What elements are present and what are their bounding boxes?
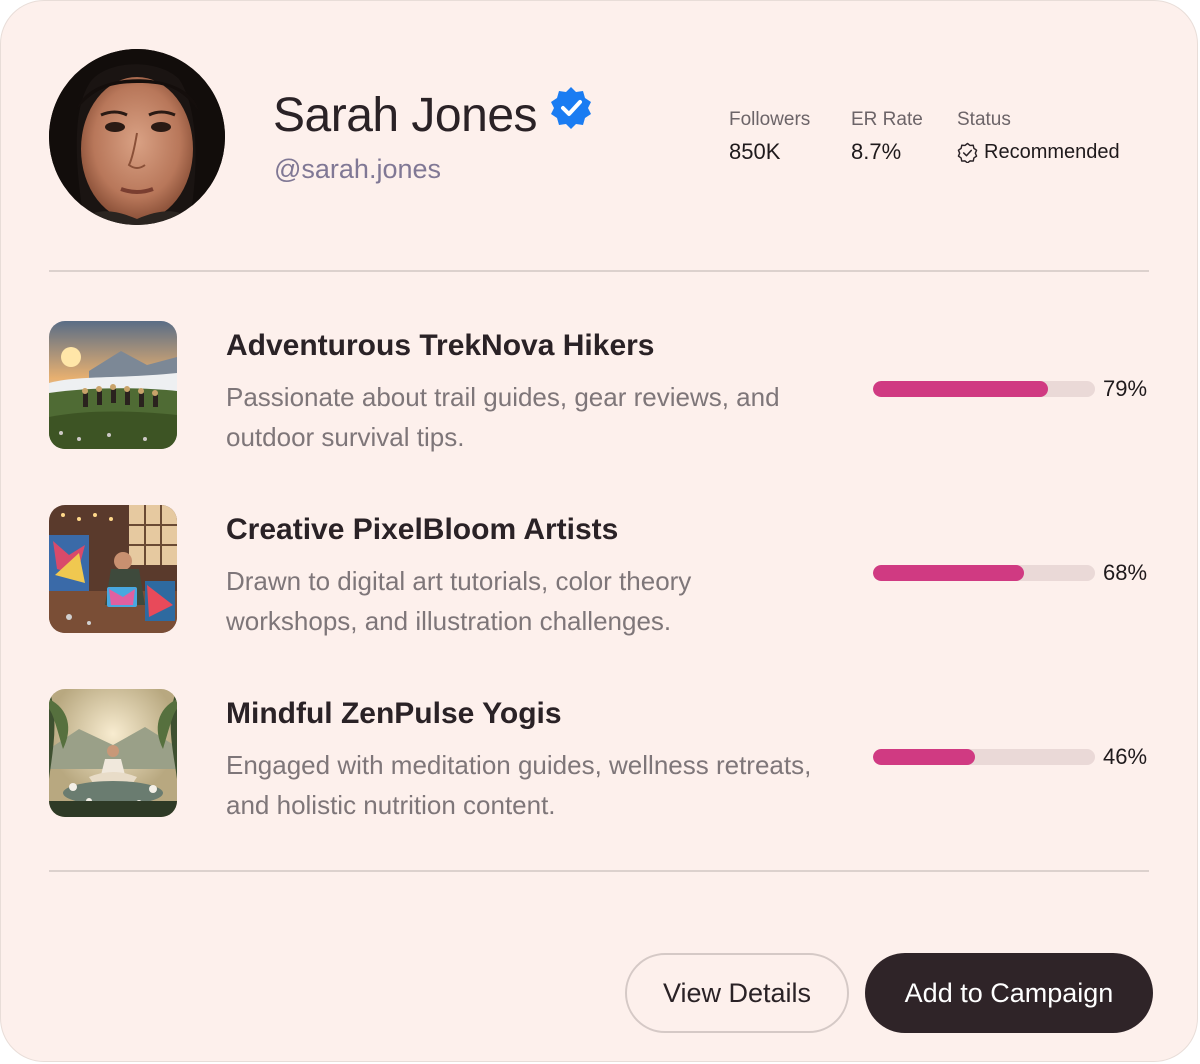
influencer-card: Sarah Jones @sarah.jones Followers 850K … <box>0 0 1198 1062</box>
divider-top <box>49 270 1149 272</box>
followers-value: 850K <box>729 139 781 164</box>
name-row: Sarah Jones <box>273 87 593 145</box>
followers-label: Followers <box>729 109 811 130</box>
match-percent: 46% <box>1103 744 1148 769</box>
status-value: Recommended <box>984 141 1120 163</box>
match-percent: 68% <box>1103 560 1148 585</box>
mountain-hikers-image <box>49 321 177 449</box>
match-percent: 79% <box>1103 376 1148 401</box>
match-progress-bar <box>873 565 1095 581</box>
match-progress-fill <box>873 381 1049 397</box>
audience-title: Creative PixelBloom Artists <box>226 513 619 546</box>
match-progress-fill <box>873 565 1024 581</box>
influencer-handle[interactable]: @sarah.jones <box>274 151 441 187</box>
stat-followers: Followers 850K <box>729 108 810 165</box>
badge-check-icon <box>957 142 978 163</box>
match-progress-bar <box>873 749 1095 765</box>
artist-studio-image <box>49 505 177 633</box>
audience-description: Passionate about trail guides, gear revi… <box>226 382 780 452</box>
divider-bottom <box>49 870 1149 872</box>
status-label: Status <box>957 109 1011 130</box>
audience-title: Mindful ZenPulse Yogis <box>226 697 562 730</box>
audience-row[interactable]: Adventurous TrekNova Hikers Passionate a… <box>49 321 1159 452</box>
audience-description: Engaged with meditation guides, wellness… <box>226 750 812 820</box>
stat-er-rate: ER Rate 8.7% <box>851 108 923 165</box>
avatar <box>49 49 225 225</box>
audience-row[interactable]: Creative PixelBloom Artists Drawn to dig… <box>49 505 1159 636</box>
er-rate-label: ER Rate <box>851 109 923 130</box>
stat-status: Status Recommended <box>957 108 1120 165</box>
add-to-campaign-button[interactable]: Add to Campaign <box>865 953 1153 1033</box>
verified-badge-icon <box>551 87 592 129</box>
meditation-image <box>49 689 177 817</box>
audience-description: Drawn to digital art tutorials, color th… <box>226 566 692 636</box>
match-progress-bar <box>873 381 1095 397</box>
influencer-name: Sarah Jones <box>273 89 538 142</box>
audience-row[interactable]: Mindful ZenPulse Yogis Engaged with medi… <box>49 689 1159 820</box>
audience-title: Adventurous TrekNova Hikers <box>226 329 655 362</box>
view-details-button[interactable]: View Details <box>625 953 849 1033</box>
match-progress-fill <box>873 749 976 765</box>
status-value-row: Recommended <box>957 139 1120 165</box>
er-rate-value: 8.7% <box>851 139 902 164</box>
